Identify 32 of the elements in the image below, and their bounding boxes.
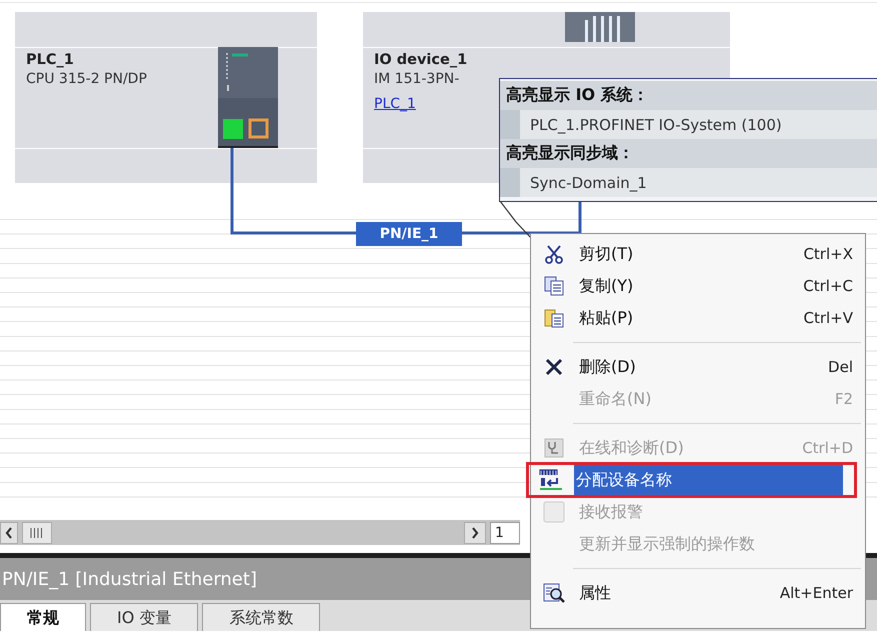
stethoscope-icon [544, 438, 564, 458]
scroll-left-icon[interactable] [0, 522, 18, 544]
assign-name-icon [539, 469, 563, 491]
properties-icon [543, 582, 565, 604]
zoom-field[interactable]: 1 [490, 522, 520, 544]
device-model: CPU 315-2 PN/DP [26, 71, 147, 87]
tooltip-heading: 高亮显示同步域： [500, 139, 877, 168]
delete-icon [544, 357, 564, 377]
tooltip-heading: 高亮显示 IO 系统： [500, 81, 877, 110]
menu-item[interactable]: 剪切(T) Ctrl+X [531, 238, 865, 270]
device-name: IO device_1 [374, 52, 468, 68]
clipboard-icon [544, 308, 564, 328]
copy-icon [544, 276, 564, 296]
horizontal-scrollbar[interactable]: 1 [0, 520, 520, 545]
properties-tab[interactable]: IO 变量 [90, 603, 198, 631]
properties-tab[interactable]: 系统常数 [202, 603, 320, 631]
item-marker-icon [500, 168, 520, 197]
scroll-right-icon[interactable] [464, 522, 486, 544]
menu-item[interactable]: 粘贴(P) Ctrl+V [531, 302, 865, 334]
item-marker-icon [500, 110, 520, 139]
device-name: PLC_1 [26, 52, 74, 68]
scissors-icon [544, 244, 564, 264]
subnet-label[interactable]: PN/IE_1 [356, 222, 462, 246]
controller-link[interactable]: PLC_1 [374, 96, 416, 112]
cpu-module-icon [218, 47, 278, 148]
device-model: IM 151-3PN- [374, 71, 460, 87]
properties-tab[interactable]: 常规 [0, 603, 86, 631]
menu-item[interactable]: 复制(Y) Ctrl+C [531, 270, 865, 302]
menu-item[interactable]: 删除(D) Del [531, 351, 865, 383]
device-card[interactable]: PLC_1 CPU 315-2 PN/DP [15, 12, 317, 183]
io-module-icon [565, 12, 635, 42]
scroll-thumb[interactable] [22, 522, 52, 544]
